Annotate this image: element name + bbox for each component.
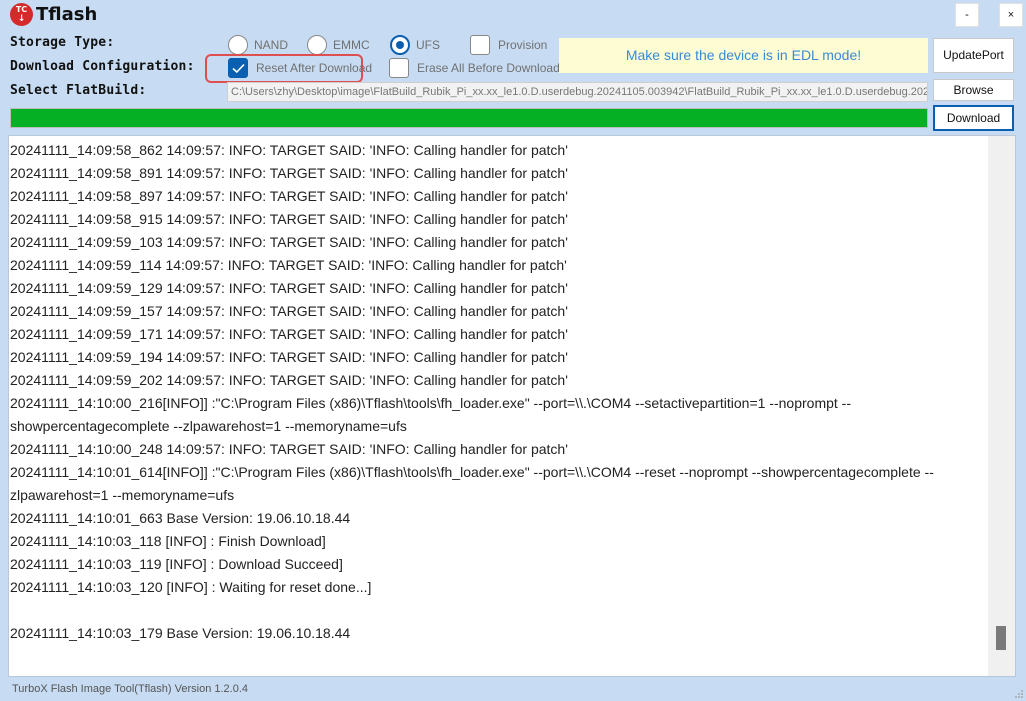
progress-fill [11, 109, 927, 127]
title-bar: TC ↓ Tflash - × [0, 0, 1026, 30]
log-line: 20241111_14:10:01_663 Base Version: 19.0… [10, 510, 351, 526]
radio-ufs[interactable]: UFS [390, 35, 440, 55]
version-status: TurboX Flash Image Tool(Tflash) Version … [12, 683, 249, 695]
provision-checkbox[interactable]: Provision [470, 35, 547, 55]
reset-after-download-label: Reset After Download [256, 61, 373, 75]
log-line: 20241111_14:09:58_862 14:09:57: INFO: TA… [10, 142, 568, 158]
flatbuild-path-field[interactable]: C:\Users\zhy\Desktop\image\FlatBuild_Rub… [227, 82, 928, 102]
log-line: 20241111_14:10:03_119 [INFO] : Download … [10, 556, 343, 572]
radio-ufs-label: UFS [416, 38, 440, 52]
log-line: 20241111_14:10:03_120 [INFO] : Waiting f… [10, 579, 372, 595]
log-line: 20241111_14:10:03_179 Base Version: 19.0… [10, 625, 351, 641]
radio-nand[interactable]: NAND [228, 35, 288, 55]
log-line: 20241111_14:09:59_194 14:09:57: INFO: TA… [10, 349, 568, 365]
select-flatbuild-label: Select FlatBuild: [10, 83, 147, 98]
resize-grip-icon[interactable] [1014, 689, 1024, 699]
log-line: 20241111_14:09:59_129 14:09:57: INFO: TA… [10, 280, 568, 296]
radio-ufs-control[interactable] [390, 35, 410, 55]
log-output[interactable]: 20241111_14:09:58_862 14:09:57: INFO: TA… [8, 135, 1016, 677]
checkmark-icon [232, 63, 245, 74]
radio-nand-label: NAND [254, 38, 289, 52]
log-line: 20241111_14:09:59_202 14:09:57: INFO: TA… [10, 372, 568, 388]
erase-all-label: Erase All Before Download [417, 61, 560, 75]
reset-after-download-control[interactable] [228, 58, 248, 78]
app-title: Tflash [36, 4, 98, 25]
edl-mode-notice: Make sure the device is in EDL mode! [559, 38, 928, 73]
provision-label: Provision [498, 38, 548, 52]
log-line: 20241111_14:10:00_248 14:09:57: INFO: TA… [10, 441, 568, 457]
log-line: 20241111_14:09:59_171 14:09:57: INFO: TA… [10, 326, 568, 342]
browse-button[interactable]: Browse [933, 79, 1014, 101]
download-config-label: Download Configuration: [10, 59, 195, 74]
log-line: 20241111_14:09:58_915 14:09:57: INFO: TA… [10, 211, 568, 227]
erase-all-control[interactable] [389, 58, 409, 78]
logo-arrow-icon: ↓ [17, 14, 26, 24]
download-progress-bar [10, 108, 928, 128]
log-scrollbar[interactable] [988, 136, 1015, 676]
download-button[interactable]: Download [933, 105, 1014, 131]
radio-emmc-control[interactable] [307, 35, 327, 55]
log-line: 20241111_14:09:58_891 14:09:57: INFO: TA… [10, 165, 568, 181]
update-port-button[interactable]: UpdatePort [933, 38, 1014, 73]
log-line: zlpawarehost=1 --memoryname=ufs [10, 487, 235, 503]
minimize-button[interactable]: - [955, 3, 979, 27]
log-line: 20241111_14:09:59_114 14:09:57: INFO: TA… [10, 257, 567, 273]
erase-all-checkbox[interactable]: Erase All Before Download [389, 58, 560, 78]
radio-emmc-label: EMMC [333, 38, 370, 52]
log-scrollbar-thumb[interactable] [996, 626, 1006, 650]
log-line: 20241111_14:10:00_216[INFO]] :"C:\Progra… [10, 395, 851, 411]
radio-emmc[interactable]: EMMC [307, 35, 370, 55]
log-line: 20241111_14:09:58_897 14:09:57: INFO: TA… [10, 188, 568, 204]
app-logo-icon: TC ↓ [10, 3, 33, 26]
storage-type-label: Storage Type: [10, 35, 115, 50]
log-lines: 20241111_14:09:58_862 14:09:57: INFO: TA… [10, 139, 985, 645]
log-line: 20241111_14:09:59_103 14:09:57: INFO: TA… [10, 234, 568, 250]
logo-text: TC [15, 5, 28, 14]
log-line: showpercentagecomplete --zlpawarehost=1 … [10, 418, 407, 434]
log-line: 20241111_14:10:03_118 [INFO] : Finish Do… [10, 533, 326, 549]
provision-checkbox-control[interactable] [470, 35, 490, 55]
radio-nand-control[interactable] [228, 35, 248, 55]
log-line: 20241111_14:09:59_157 14:09:57: INFO: TA… [10, 303, 568, 319]
reset-after-download-checkbox[interactable]: Reset After Download [228, 58, 372, 78]
log-line: 20241111_14:10:01_614[INFO]] :"C:\Progra… [10, 464, 934, 480]
close-button[interactable]: × [999, 3, 1023, 27]
